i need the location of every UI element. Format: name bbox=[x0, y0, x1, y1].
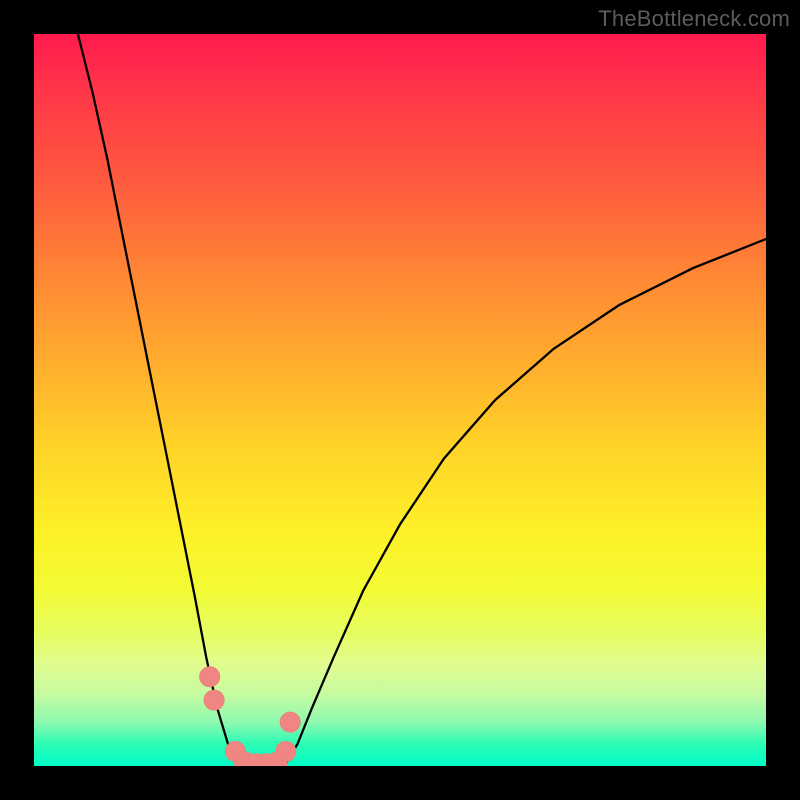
bottleneck-curve-right bbox=[276, 239, 766, 766]
curve-layer bbox=[34, 34, 766, 766]
marker-dot bbox=[204, 690, 224, 710]
marker-dot bbox=[200, 667, 220, 687]
bottleneck-curve-left bbox=[78, 34, 246, 766]
marker-group bbox=[200, 667, 301, 766]
chart-frame: TheBottleneck.com bbox=[0, 0, 800, 800]
watermark-text: TheBottleneck.com bbox=[598, 6, 790, 32]
marker-dot bbox=[280, 712, 300, 732]
plot-area bbox=[34, 34, 766, 766]
marker-dot bbox=[276, 741, 296, 761]
